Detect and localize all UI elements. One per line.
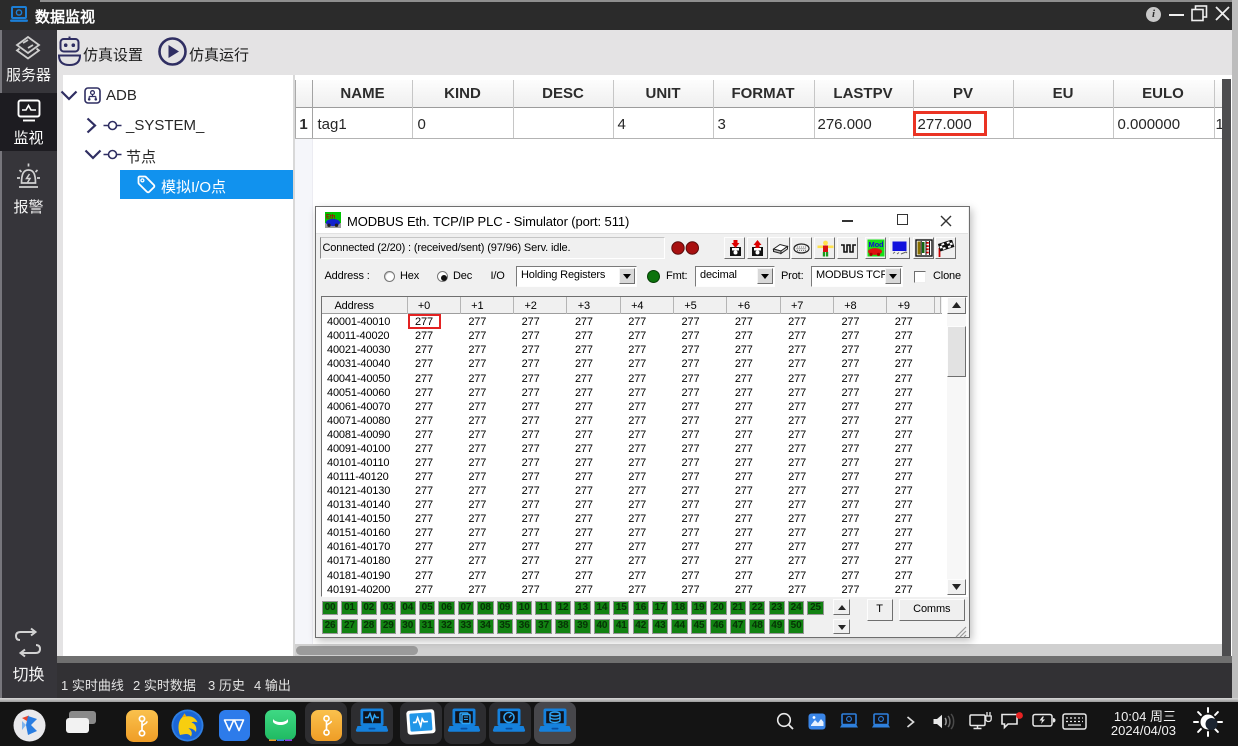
svg-text:Mod: Mod bbox=[869, 240, 885, 249]
